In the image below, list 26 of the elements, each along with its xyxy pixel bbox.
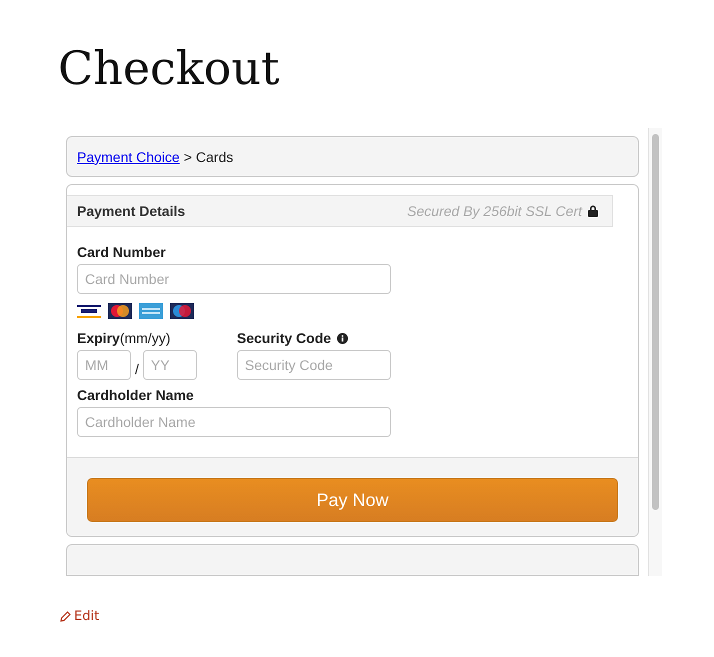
month-field[interactable]: MM [77, 350, 131, 380]
secure-note: Secured By 256bit SSL Cert [407, 203, 582, 220]
edit-label: Edit [74, 609, 100, 624]
edit-link[interactable]: Edit [60, 609, 100, 624]
lock-icon [588, 205, 598, 218]
card-number-field[interactable]: Card Number [77, 264, 391, 294]
card-logo-icon [170, 303, 194, 320]
card-logo-icon [77, 303, 101, 320]
cardholder-name-field[interactable]: Cardholder Name [77, 407, 391, 438]
security-code-field[interactable]: Security Code [236, 350, 391, 380]
page-title: Checkout [57, 40, 280, 97]
date-separator: / [135, 361, 139, 378]
field-label: Cardholder Name [77, 387, 195, 404]
card-logo-icon [108, 303, 132, 320]
scrollbar[interactable] [648, 128, 662, 576]
card-logo-icon [139, 303, 163, 320]
section-title: Payment Details [77, 203, 186, 220]
field-label: Expiry(mm/yy) [77, 330, 172, 346]
pencil-icon [60, 611, 71, 622]
breadcrumb-current: Cards [196, 148, 234, 165]
year-field[interactable]: YY [142, 350, 197, 380]
field-label: Card Number [77, 244, 167, 260]
field-label: Security Code [236, 330, 332, 346]
breadcrumb-link[interactable]: Payment Choice [77, 148, 180, 165]
breadcrumb-separator: > [184, 148, 192, 165]
info-icon[interactable] [337, 332, 348, 344]
